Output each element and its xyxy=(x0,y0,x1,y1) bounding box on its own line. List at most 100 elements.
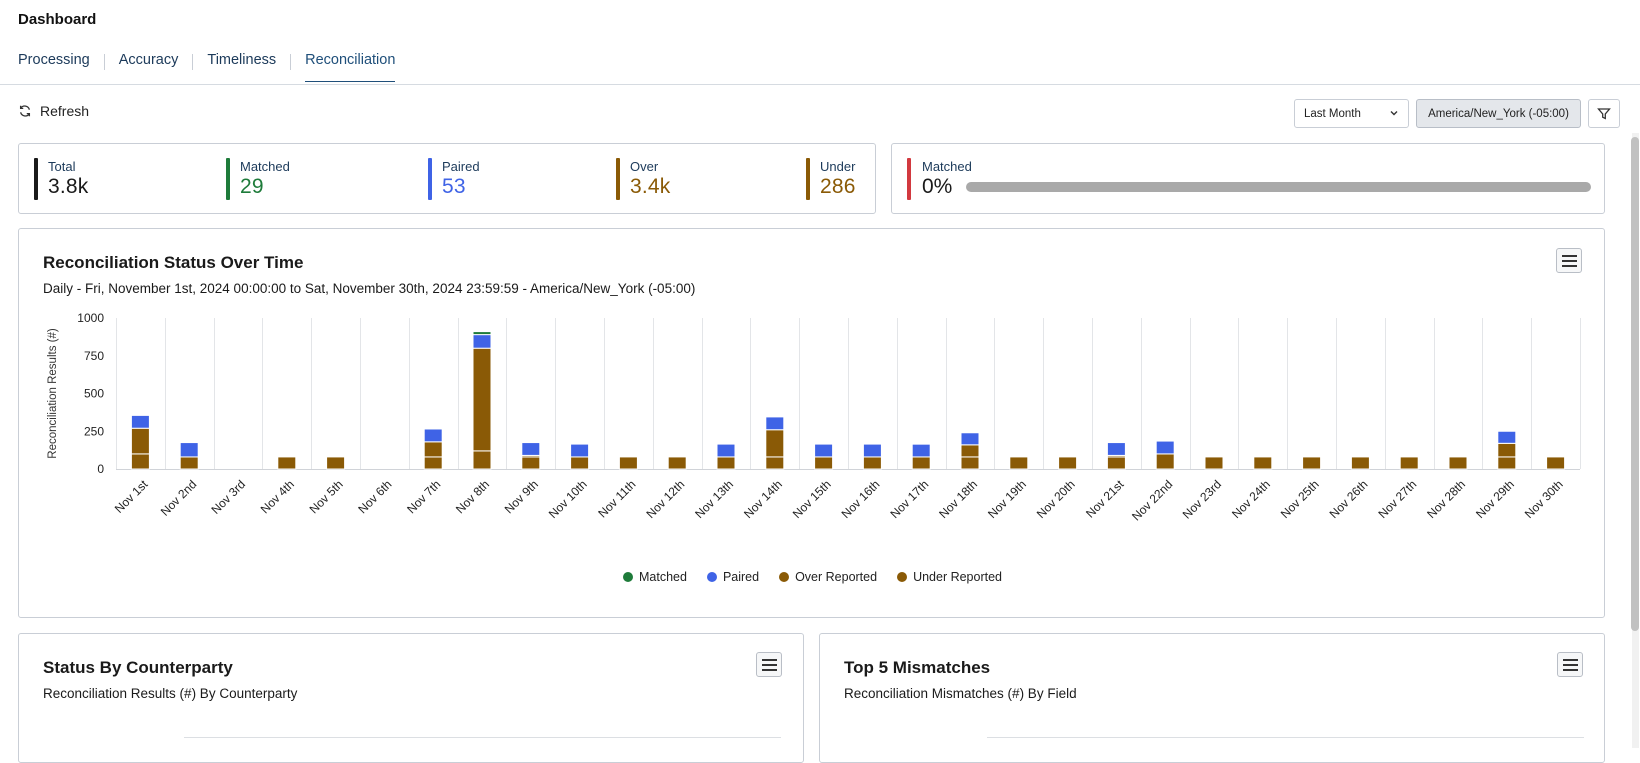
x-tick-label: Nov 29th xyxy=(1473,477,1517,521)
x-tick-label: Nov 12th xyxy=(643,477,687,521)
bar-segment xyxy=(765,416,785,431)
tab-reconciliation[interactable]: Reconciliation xyxy=(305,52,396,82)
kpi-over: Over 3.4k xyxy=(616,158,671,200)
x-tick-label: Nov 13th xyxy=(692,477,736,521)
chart-legend: Matched Paired Over Reported Under Repor… xyxy=(19,570,1606,584)
x-tick-label: Nov 28th xyxy=(1424,477,1468,521)
kpi-under: Under 286 xyxy=(806,158,856,200)
bar-segment xyxy=(423,456,443,470)
bar-segment xyxy=(1497,456,1517,470)
chart-gridline xyxy=(987,737,1584,738)
timezone-button[interactable]: America/New_York (-05:00) xyxy=(1416,99,1581,128)
bar-segment xyxy=(570,443,590,458)
bar-segment xyxy=(667,456,687,470)
bar-segment xyxy=(1497,430,1517,444)
bar-segment xyxy=(716,443,736,458)
bar-segment xyxy=(521,456,541,470)
kpi-value: 3.4k xyxy=(630,175,671,198)
x-tick-label: Nov 20th xyxy=(1034,477,1078,521)
kpi-color-bar xyxy=(34,158,38,200)
card-menu-button[interactable] xyxy=(756,652,782,677)
kpi-summary-card: Total 3.8k Matched 29 Paired 53 Over 3.4… xyxy=(18,143,876,214)
bar-segment xyxy=(765,456,785,470)
chart-gridline xyxy=(184,737,781,738)
filter-icon xyxy=(1597,107,1611,120)
x-tick-label: Nov 19th xyxy=(985,477,1029,521)
bar-segment xyxy=(862,456,882,470)
card-title: Top 5 Mismatches xyxy=(844,658,991,677)
tab-separator xyxy=(290,54,292,70)
kpi-label: Under xyxy=(820,159,856,174)
x-tick-label: Nov 14th xyxy=(741,477,785,521)
tab-accuracy[interactable]: Accuracy xyxy=(119,52,179,81)
x-tick-label: Nov 16th xyxy=(839,477,883,521)
x-tick-label: Nov 25th xyxy=(1278,477,1322,521)
tab-separator xyxy=(192,54,194,70)
legend-dot xyxy=(779,572,790,582)
bar-segment xyxy=(130,453,150,470)
card-menu-button[interactable] xyxy=(1557,652,1583,677)
y-axis-label: Reconciliation Results (#) xyxy=(47,328,59,459)
bar-segment xyxy=(1253,456,1273,470)
kpi-matched: Matched 29 xyxy=(226,158,290,200)
x-tick-label: Nov 1st xyxy=(112,477,151,516)
legend-item-over-reported[interactable]: Over Reported xyxy=(779,570,877,584)
x-tick-label: Nov 17th xyxy=(887,477,931,521)
bar-segment xyxy=(423,428,443,443)
kpi-value: 286 xyxy=(820,175,856,198)
x-tick-label: Nov 24th xyxy=(1229,477,1273,521)
bar-segment xyxy=(1106,442,1126,456)
legend-item-paired[interactable]: Paired xyxy=(706,570,759,584)
kpi-paired: Paired 53 xyxy=(428,158,480,200)
bar-segment xyxy=(1106,456,1126,470)
legend-item-matched[interactable]: Matched xyxy=(622,570,687,584)
kpi-label: Over xyxy=(630,159,659,174)
bar-segment xyxy=(1497,442,1517,458)
x-tick-label: Nov 2nd xyxy=(158,477,200,519)
bar-segment xyxy=(1302,456,1322,470)
y-tick-label: 500 xyxy=(84,387,104,401)
bar-segment xyxy=(179,456,199,470)
tab-bar: Processing Accuracy Timeliness Reconcili… xyxy=(18,52,396,85)
bar-segment xyxy=(570,456,590,470)
bar-segment xyxy=(472,334,492,349)
kpi-label: Matched xyxy=(240,159,290,174)
kpi-value: 29 xyxy=(240,175,264,198)
bar-segment xyxy=(179,442,199,458)
kpi-color-bar xyxy=(428,158,432,200)
legend-item-under-reported[interactable]: Under Reported xyxy=(897,570,1002,584)
page-title: Dashboard xyxy=(18,11,97,28)
bar-segment xyxy=(1399,456,1419,470)
tab-processing[interactable]: Processing xyxy=(18,52,90,81)
bar-segment xyxy=(1350,456,1370,470)
bar-segment xyxy=(130,427,150,455)
scrollbar-thumb[interactable] xyxy=(1631,137,1639,631)
bar-segment xyxy=(277,456,297,470)
refresh-button[interactable]: Refresh xyxy=(18,103,89,119)
kpi-color-bar xyxy=(226,158,230,200)
menu-icon xyxy=(1562,658,1578,661)
bar-segment xyxy=(326,456,346,470)
tab-timeliness[interactable]: Timeliness xyxy=(207,52,276,81)
status-by-counterparty-card: Status By Counterparty Reconciliation Re… xyxy=(18,633,804,763)
kpi-value: 53 xyxy=(442,175,466,198)
x-tick-label: Nov 30th xyxy=(1522,477,1566,521)
date-range-select[interactable]: Last Month xyxy=(1294,99,1409,128)
bar-segment xyxy=(1155,453,1175,470)
matched-label: Matched xyxy=(922,159,972,174)
card-title: Status By Counterparty xyxy=(43,658,233,677)
matched-value: 0% xyxy=(922,175,953,198)
card-subtitle: Reconciliation Results (#) By Counterpar… xyxy=(43,686,298,701)
chevron-down-icon xyxy=(1390,111,1398,116)
y-tick-label: 0 xyxy=(97,462,104,476)
x-tick-label: Nov 22nd xyxy=(1129,477,1175,523)
page-scrollbar[interactable] xyxy=(1629,133,1640,748)
x-tick-label: Nov 4th xyxy=(258,477,297,516)
filter-button[interactable] xyxy=(1588,99,1620,128)
x-tick-label: Nov 6th xyxy=(355,477,394,516)
kpi-color-bar xyxy=(907,158,911,200)
bar-segment xyxy=(618,456,638,470)
bar-segment xyxy=(911,456,931,470)
x-tick-label: Nov 10th xyxy=(546,477,590,521)
bar-segment xyxy=(765,429,785,458)
